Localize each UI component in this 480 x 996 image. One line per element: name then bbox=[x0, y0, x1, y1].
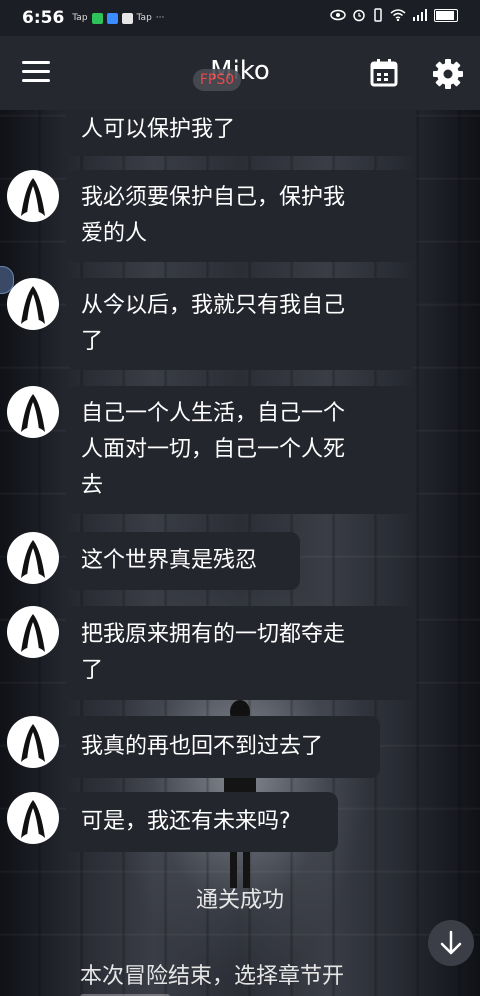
message-bubble: 人可以保护我了 bbox=[66, 110, 416, 156]
message-text-line: 人可以保护我了 bbox=[81, 117, 236, 142]
status-icons bbox=[330, 8, 458, 22]
message-bubble: 我必须要保护自己，保护我 爱的人 bbox=[66, 170, 416, 262]
message-bubble: 从今以后，我就只有我自己 了 bbox=[66, 278, 416, 370]
app-icon bbox=[121, 12, 133, 24]
wechat-icon bbox=[91, 12, 103, 24]
message-text-line: 我真的再也回不到过去了 bbox=[81, 734, 324, 759]
character-avatar-icon bbox=[21, 540, 45, 578]
avatar[interactable] bbox=[7, 606, 59, 658]
message-bubble: 自己一个人生活，自己一个 人面对一切，自己一个人死 去 bbox=[66, 386, 416, 514]
battery-icon bbox=[434, 8, 458, 22]
avatar[interactable] bbox=[7, 716, 59, 768]
message-text-line: 把我原来拥有的一切都夺走 bbox=[81, 622, 346, 647]
more-notifications: ··· bbox=[155, 13, 165, 23]
message-bubble: 我真的再也回不到过去了 bbox=[66, 716, 380, 778]
calendar-icon[interactable] bbox=[370, 59, 398, 87]
alarm-icon bbox=[353, 9, 365, 22]
gear-icon[interactable] bbox=[432, 58, 464, 90]
ending-message: 本次冒险结束，选择章节开 bbox=[80, 964, 345, 989]
message-text-line: 去 bbox=[81, 473, 104, 498]
status-time: 6:56 bbox=[22, 8, 65, 28]
success-message: 通关成功 bbox=[195, 888, 284, 913]
message-text-line: 人面对一切，自己一个人死 bbox=[81, 437, 346, 462]
fps-badge: FPS0 bbox=[193, 69, 241, 91]
vibrate-icon bbox=[374, 8, 382, 22]
signal-icon bbox=[413, 9, 427, 21]
avatar[interactable] bbox=[7, 386, 59, 438]
avatar[interactable] bbox=[7, 278, 59, 330]
avatar[interactable] bbox=[7, 792, 59, 844]
wifi-icon bbox=[390, 9, 406, 21]
message-text-line: 我必须要保护自己，保护我 bbox=[81, 185, 346, 210]
character-avatar-icon bbox=[21, 286, 45, 324]
character-avatar-icon bbox=[21, 178, 45, 216]
message-text-line: 了 bbox=[81, 329, 104, 354]
message-bubble: 可是，我还有未来吗? bbox=[66, 792, 338, 852]
notif-tap-label: Tap bbox=[72, 13, 88, 23]
arrow-down-icon bbox=[440, 930, 462, 955]
chat-area[interactable]: 人可以保护我了 我必须要保护自己，保护我 爱的人 从今以后，我就只有我自己 了 … bbox=[0, 110, 480, 996]
status-bar: 6:56 Tap Tap ··· bbox=[0, 0, 480, 36]
avatar[interactable] bbox=[7, 532, 59, 584]
message-text-line: 这个世界真是残忍 bbox=[81, 548, 258, 573]
character-avatar-icon bbox=[21, 724, 45, 762]
message-text-line: 自己一个人生活，自己一个 bbox=[81, 401, 346, 426]
message-text-line: 可是，我还有未来吗? bbox=[81, 809, 291, 834]
avatar[interactable] bbox=[7, 170, 59, 222]
character-avatar-icon bbox=[21, 800, 45, 838]
app-header: Miko FPS0 bbox=[0, 36, 480, 110]
character-avatar-icon bbox=[21, 614, 45, 652]
character-avatar-icon bbox=[21, 394, 45, 432]
notif-tap-label-2: Tap bbox=[136, 13, 152, 23]
cloud-icon bbox=[106, 12, 118, 24]
message-text-line: 爱的人 bbox=[81, 221, 148, 246]
scroll-down-button[interactable] bbox=[428, 920, 474, 966]
message-text-line: 了 bbox=[81, 658, 104, 683]
eye-icon bbox=[330, 9, 346, 21]
message-bubble: 把我原来拥有的一切都夺走 了 bbox=[66, 606, 416, 700]
status-notifications: Tap Tap ··· bbox=[72, 12, 165, 24]
message-bubble: 这个世界真是残忍 bbox=[66, 532, 300, 590]
message-text-line: 从今以后，我就只有我自己 bbox=[81, 293, 346, 318]
